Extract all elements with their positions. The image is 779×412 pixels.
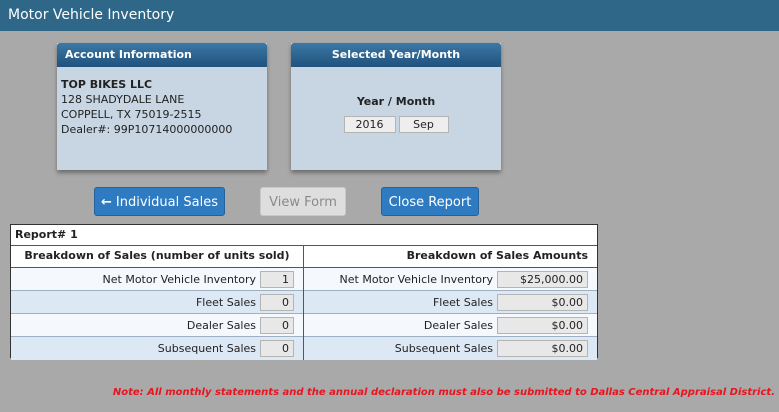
year-value: 2016 — [343, 116, 396, 133]
amount-value: $0.00 — [497, 316, 588, 334]
individual-sales-button[interactable]: ← Individual Sales — [94, 187, 225, 216]
row-label: Dealer Sales — [423, 318, 493, 332]
table-row: Fleet Sales $0.00 — [304, 291, 597, 314]
month-value: Sep — [398, 116, 449, 133]
table-row: Subsequent Sales $0.00 — [304, 337, 597, 360]
amount-value: $25,000.00 — [497, 270, 588, 288]
row-label: Subsequent Sales — [394, 342, 493, 355]
amounts-column: Breakdown of Sales Amounts Net Motor Veh… — [304, 246, 597, 360]
year-month-header: Selected Year/Month — [291, 43, 501, 67]
units-value: 1 — [260, 270, 294, 288]
arrow-left-icon: ← — [101, 195, 112, 210]
account-info-panel: Account Information TOP BIKES LLC 128 SH… — [57, 43, 267, 170]
row-label: Net Motor Vehicle Inventory — [339, 272, 493, 286]
table-row: Net Motor Vehicle Inventory $25,000.00 — [304, 268, 597, 291]
table-row: Dealer Sales $0.00 — [304, 314, 597, 337]
dealer-number: Dealer#: 99P10714000000000 — [61, 123, 233, 136]
row-label: Fleet Sales — [195, 295, 256, 309]
year-month-label: Year / Month — [356, 95, 436, 108]
individual-sales-label: Individual Sales — [115, 195, 218, 210]
table-row: Subsequent Sales 0 — [11, 337, 303, 360]
units-value: 0 — [260, 293, 294, 311]
table-row: Dealer Sales 0 — [11, 314, 303, 337]
table-row: Fleet Sales 0 — [11, 291, 303, 314]
units-column-header: Breakdown of Sales (number of units sold… — [11, 246, 303, 268]
amount-value: $0.00 — [497, 340, 588, 357]
account-info-header: Account Information — [57, 43, 267, 67]
row-label: Fleet Sales — [432, 295, 493, 309]
account-info-body: TOP BIKES LLC 128 SHADYDALE LANE COPPELL… — [57, 67, 267, 137]
close-report-button[interactable]: Close Report — [381, 187, 479, 216]
units-column: Breakdown of Sales (number of units sold… — [11, 246, 304, 360]
table-row: Net Motor Vehicle Inventory 1 — [11, 268, 303, 291]
amounts-column-header: Breakdown of Sales Amounts — [304, 246, 597, 268]
company-name: TOP BIKES LLC — [61, 78, 153, 91]
year-month-panel: Selected Year/Month Year / Month 2016 Se… — [291, 43, 501, 170]
units-value: 0 — [260, 340, 294, 357]
submission-note: Note: All monthly statements and the ann… — [112, 387, 775, 398]
units-value: 0 — [260, 316, 294, 334]
row-label: Subsequent Sales — [157, 342, 256, 355]
address-line-1: 128 SHADYDALE LANE — [61, 93, 185, 106]
report-number: Report# 1 — [11, 225, 597, 246]
amount-value: $0.00 — [497, 293, 588, 311]
view-form-button[interactable]: View Form — [260, 187, 346, 216]
report-table: Report# 1 Breakdown of Sales (number of … — [10, 224, 598, 360]
row-label: Net Motor Vehicle Inventory — [102, 272, 256, 286]
window-title: Motor Vehicle Inventory — [0, 0, 779, 31]
address-line-2: COPPELL, TX 75019-2515 — [61, 108, 202, 121]
row-label: Dealer Sales — [186, 318, 256, 332]
year-month-values: 2016 Sep — [291, 116, 501, 133]
